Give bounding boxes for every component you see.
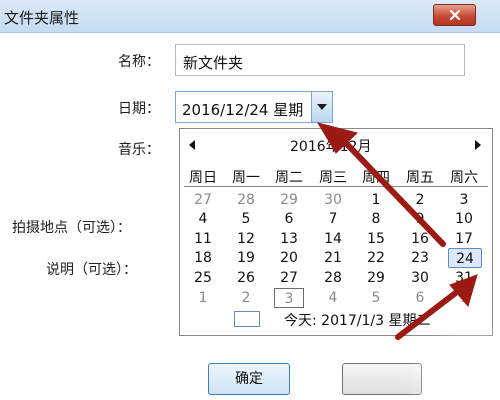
calendar-day[interactable]: 2 [227,288,265,308]
weekday-label: 周三 [319,170,347,186]
calendar-day[interactable]: 4 [314,288,352,308]
close-icon [449,9,460,21]
calendar-day[interactable]: 30 [401,268,439,288]
calendar-day[interactable]: 3 [445,190,483,210]
calendar-month: 2016年12月 [290,139,372,155]
close-button[interactable] [433,4,476,26]
name-input[interactable]: 新文件夹 [175,44,465,76]
calendar-day[interactable]: 1 [184,288,222,308]
calendar-day[interactable]: 7 [445,288,483,308]
folder-properties-window: 文件夹属性 名称： 新文件夹 日期： 2016/12/24 星期 音乐： 拍摄地… [0,0,500,400]
calendar-day[interactable]: 29 [270,190,308,210]
weekday-label: 周一 [232,170,260,186]
calendar-day-today[interactable]: 3 [274,288,304,308]
weekday-label: 周五 [406,170,434,186]
calendar-day[interactable]: 22 [357,248,395,268]
calendar-day[interactable]: 6 [270,209,308,229]
calendar-day[interactable]: 9 [401,209,439,229]
calendar-day[interactable]: 5 [357,288,395,308]
calendar-popup: 2016年12月 周日 周一 周二 周三 周四 周五 周六 27 28 29 3… [179,128,493,336]
calendar-day[interactable]: 25 [184,268,222,288]
ok-button[interactable]: 确定 [208,363,290,395]
calendar-day[interactable]: 4 [184,209,222,229]
location-label: 拍摄地点（可选）： [12,220,131,236]
calendar-day[interactable]: 29 [357,268,395,288]
calendar-day[interactable]: 2 [401,190,439,210]
calendar-day[interactable]: 31 [445,268,483,288]
prev-month-icon[interactable] [186,138,198,152]
calendar-day[interactable]: 13 [270,229,308,249]
calendar-day[interactable]: 26 [227,268,265,288]
calendar-day[interactable]: 6 [401,288,439,308]
calendar-day[interactable]: 19 [227,248,265,268]
weekday-label: 周六 [450,170,478,186]
date-label: 日期： [118,101,160,117]
calendar-day[interactable]: 28 [227,190,265,210]
weekday-label: 周二 [275,170,303,186]
calendar-day[interactable]: 15 [357,229,395,249]
date-value: 2016/12/24 星期 [182,101,304,119]
calendar-day[interactable]: 21 [314,248,352,268]
calendar-day[interactable]: 12 [227,229,265,249]
calendar-day[interactable]: 7 [314,209,352,229]
calendar-day[interactable]: 16 [401,229,439,249]
calendar-day[interactable]: 1 [357,190,395,210]
next-month-icon[interactable] [472,138,484,152]
title-bar: 文件夹属性 [0,0,500,33]
description-label: 说明（可选）： [46,262,137,278]
watermark-glare [402,322,500,400]
calendar-day[interactable]: 28 [314,268,352,288]
calendar-day[interactable]: 5 [227,209,265,229]
header-divider [184,186,488,187]
calendar-day[interactable]: 27 [184,190,222,210]
chevron-down-icon [317,104,327,110]
music-label: 音乐： [118,142,160,158]
weekday-label: 周四 [362,170,390,186]
calendar-day[interactable]: 27 [270,268,308,288]
date-dropdown-button[interactable] [311,92,332,122]
calendar-day[interactable]: 11 [184,229,222,249]
calendar-day[interactable]: 8 [357,209,395,229]
calendar-day[interactable]: 30 [314,190,352,210]
window-title: 文件夹属性 [4,9,80,27]
calendar-day[interactable]: 23 [401,248,439,268]
today-indicator [234,311,260,327]
calendar-day[interactable]: 10 [445,209,483,229]
name-label: 名称： [118,54,160,70]
calendar-day[interactable]: 14 [314,229,352,249]
calendar-day-selected[interactable]: 24 [448,248,482,268]
calendar-day[interactable]: 18 [184,248,222,268]
date-picker[interactable]: 2016/12/24 星期 [175,91,333,123]
weekday-label: 周日 [189,170,217,186]
calendar-day[interactable]: 20 [270,248,308,268]
calendar-day[interactable]: 17 [445,229,483,249]
